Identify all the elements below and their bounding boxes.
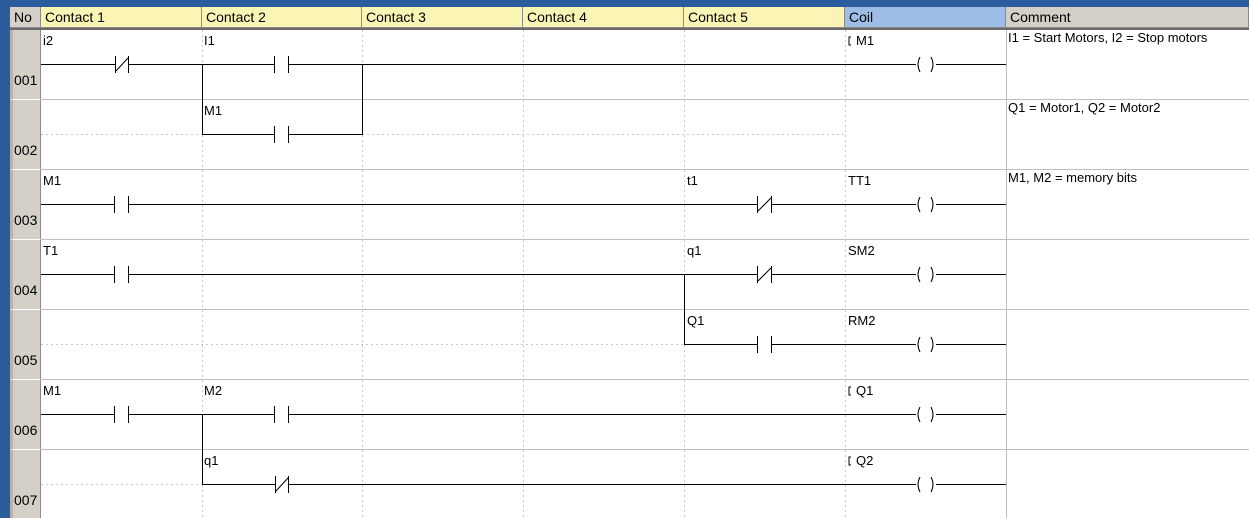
contact-label: M1	[43, 383, 62, 398]
coil-r6[interactable]	[917, 406, 934, 423]
contact-label: Q1	[687, 313, 705, 328]
coil-marker	[848, 36, 851, 46]
contact-label: q1	[687, 243, 702, 258]
contact-no-r5-c5[interactable]	[757, 336, 772, 353]
comment-text[interactable]: Q1 = Motor1, Q2 = Motor2	[1008, 100, 1160, 115]
contact-label: i2	[43, 33, 54, 48]
contact-no-r6-c2[interactable]	[274, 406, 289, 423]
contact-no-r1-c2[interactable]	[274, 56, 289, 73]
contact-label: M2	[204, 383, 223, 398]
coil-label: Q2	[856, 453, 874, 468]
coil-r3[interactable]	[917, 196, 934, 213]
contact-label: T1	[43, 243, 59, 258]
contact-no-r2-c2[interactable]	[274, 126, 289, 143]
contact-label: q1	[204, 453, 219, 468]
coil-r4[interactable]	[917, 266, 934, 283]
coil-r5[interactable]	[917, 336, 934, 353]
contact-nc-r7-c2[interactable]	[275, 476, 289, 493]
coil-r1[interactable]	[917, 56, 934, 73]
contact-nc-r4-c5[interactable]	[757, 266, 772, 283]
contact-no-r3-c1[interactable]	[114, 196, 129, 213]
coil-marker	[848, 386, 851, 396]
coil-label: M1	[856, 33, 875, 48]
contact-no-r6-c1[interactable]	[114, 406, 129, 423]
ladder-editor: No Contact 1 Contact 2 Contact 3 Contact…	[0, 0, 1249, 518]
contact-label: M1	[43, 173, 62, 188]
coil-label: Q1	[856, 383, 874, 398]
contact-label: M1	[204, 103, 223, 118]
contact-label: I1	[204, 33, 215, 48]
coil-label: RM2	[848, 313, 876, 328]
coil-label: SM2	[848, 243, 875, 258]
coil-r7[interactable]	[917, 476, 934, 493]
comment-text[interactable]: M1, M2 = memory bits	[1008, 170, 1137, 185]
contact-label: t1	[687, 173, 698, 188]
comment-text[interactable]: I1 = Start Motors, I2 = Stop motors	[1008, 30, 1207, 45]
contact-no-r4-c1[interactable]	[114, 266, 129, 283]
coil-marker	[848, 456, 851, 466]
contact-nc-r3-c5[interactable]	[757, 196, 772, 213]
coil-label: TT1	[848, 173, 872, 188]
ladder-diagram	[41, 30, 1249, 518]
contact-nc-r1-c1[interactable]	[115, 56, 129, 73]
